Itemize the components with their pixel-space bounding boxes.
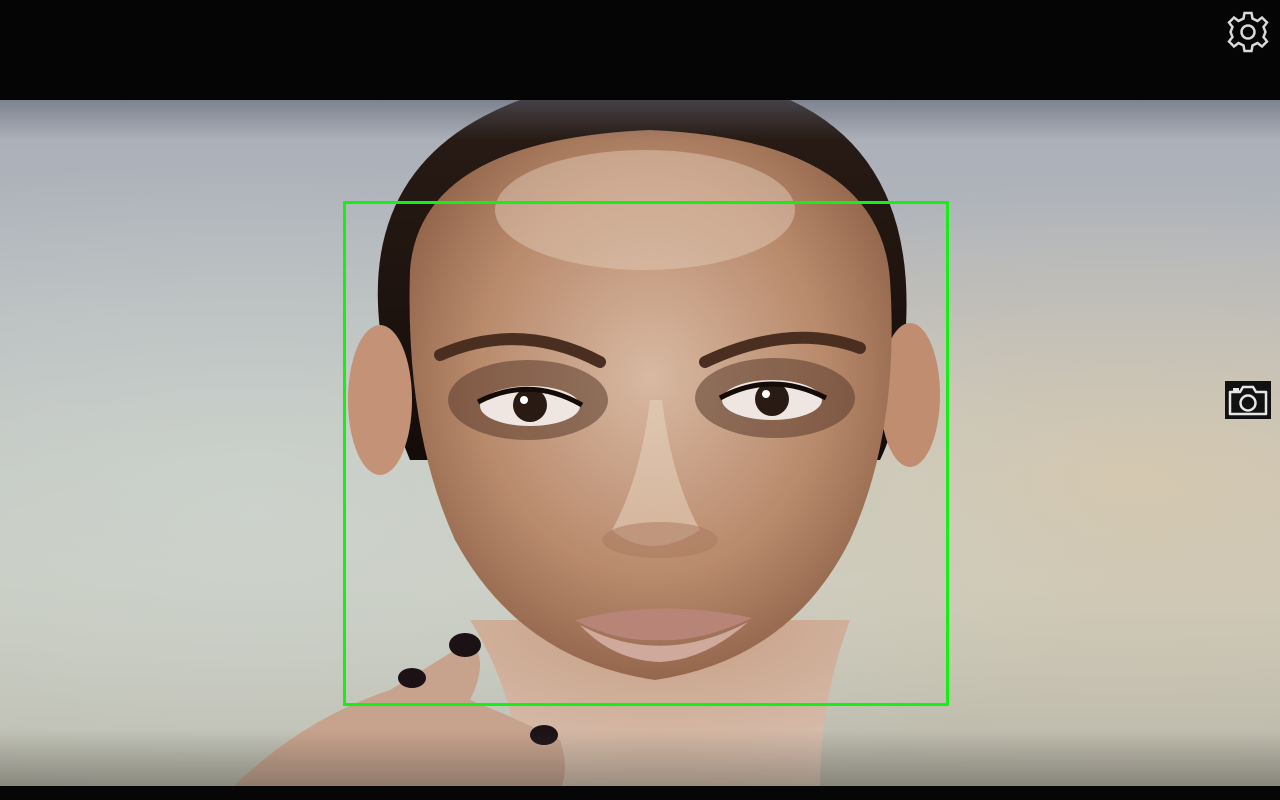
camera-screen: [0, 0, 1280, 800]
preview-shade-bottom: [0, 730, 1280, 790]
face-detection-box: [343, 201, 949, 706]
settings-button[interactable]: [1224, 8, 1272, 56]
preview-shade-top: [0, 100, 1280, 140]
bottom-bar: [0, 786, 1280, 800]
capture-button[interactable]: [1224, 378, 1272, 422]
camera-icon: [1225, 381, 1271, 419]
gear-icon: [1227, 11, 1269, 53]
